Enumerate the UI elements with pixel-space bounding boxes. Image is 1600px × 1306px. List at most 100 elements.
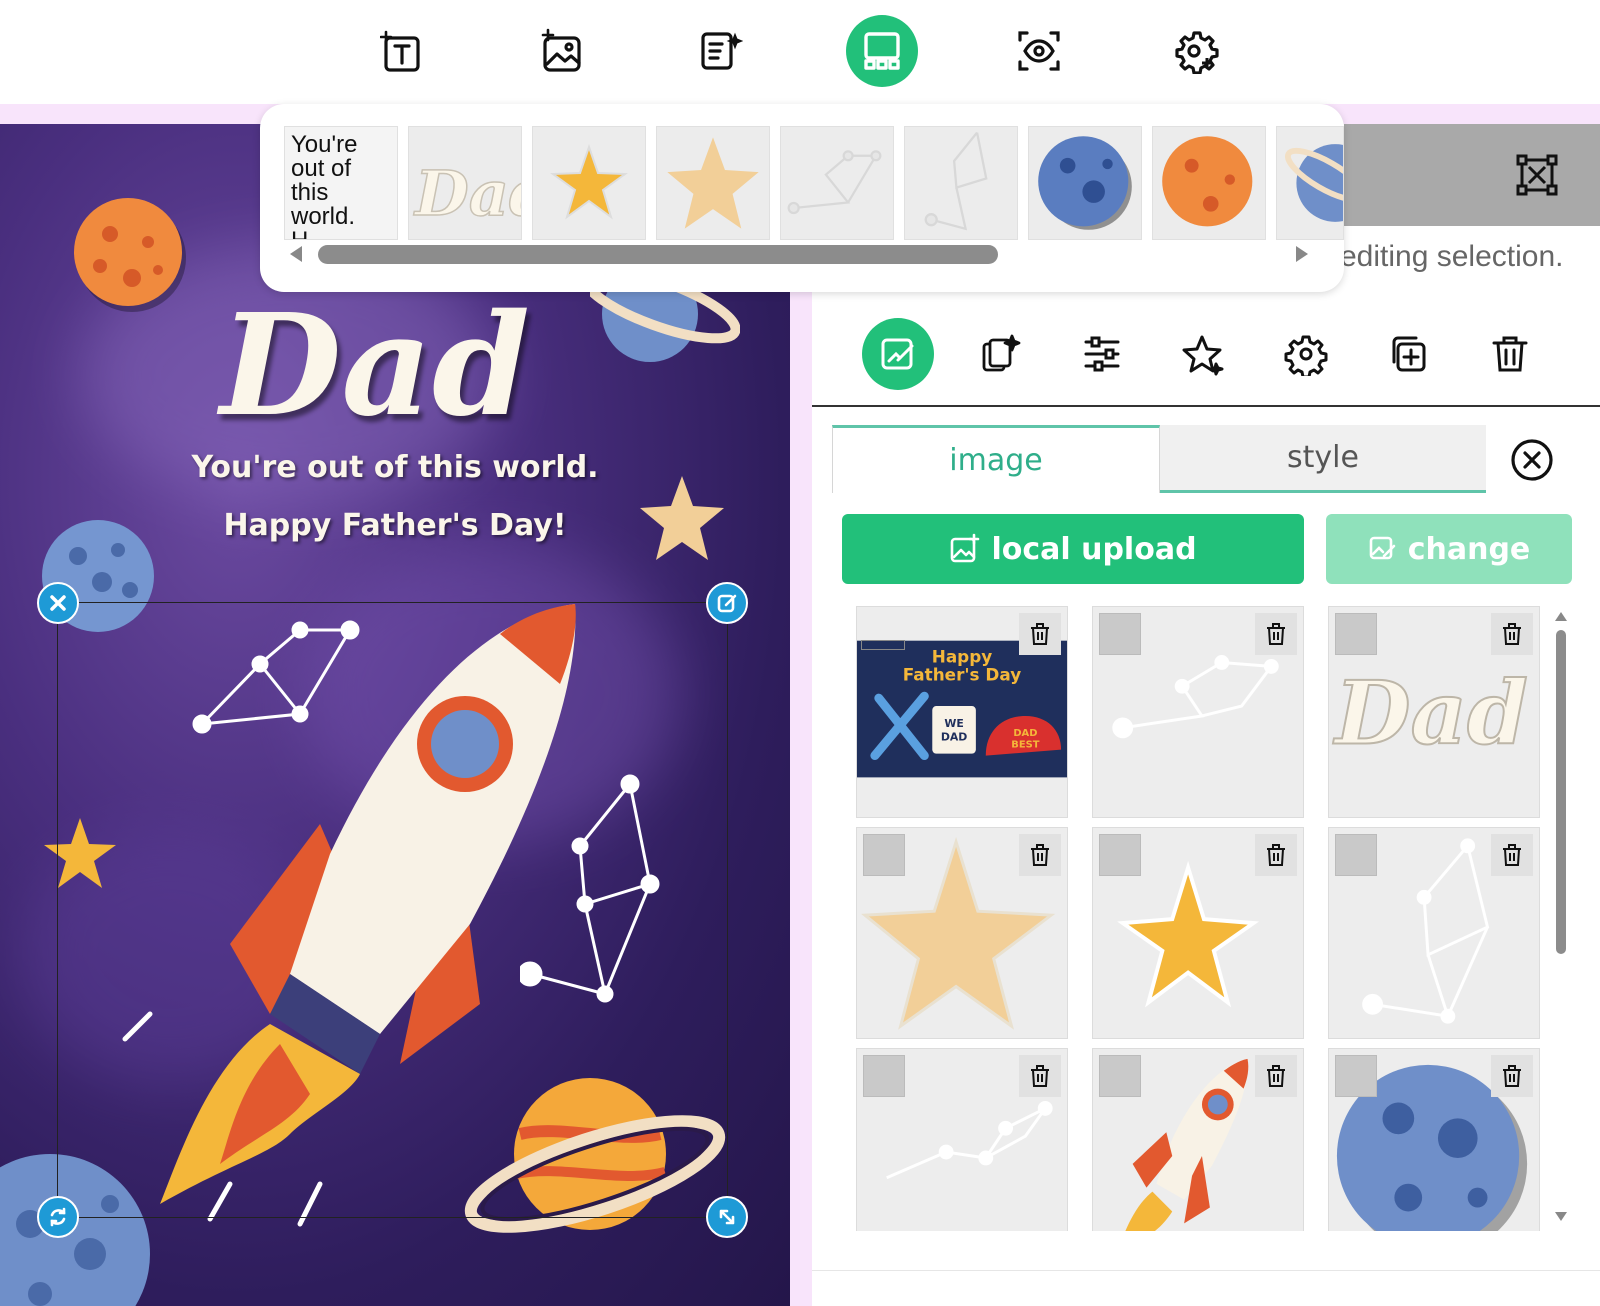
strip-thumb-constellation-2[interactable] bbox=[904, 126, 1018, 240]
ringed-planet bbox=[464, 1078, 726, 1233]
design-canvas[interactable]: Dad You're out of this world. Happy Fath… bbox=[0, 124, 790, 1306]
tool-settings[interactable] bbox=[1270, 318, 1342, 390]
fd-line2: Father's Day bbox=[903, 664, 1021, 684]
grid-item-checkbox[interactable] bbox=[1335, 613, 1377, 655]
grid-scroll-up[interactable] bbox=[1555, 612, 1567, 621]
strip-thumb-orange-planet[interactable] bbox=[1152, 126, 1266, 240]
remove-selection-handle[interactable] bbox=[37, 582, 79, 624]
grid-item-delete[interactable] bbox=[1255, 834, 1297, 876]
edit-selection-handle[interactable] bbox=[706, 582, 748, 624]
grid-item-delete[interactable] bbox=[1019, 1055, 1061, 1097]
strip-scroll-right[interactable] bbox=[1296, 246, 1308, 262]
grid-item-fathers-day[interactable]: Happy Father's Day WE DAD DAD BEST bbox=[856, 606, 1068, 818]
strip-thumb-yellow-star[interactable] bbox=[532, 126, 646, 240]
strip-thumb-ringed-planet[interactable] bbox=[1276, 126, 1344, 240]
add-image-button[interactable] bbox=[526, 15, 598, 87]
fit-selection-icon bbox=[1516, 154, 1558, 196]
grid-scrollbar[interactable] bbox=[1556, 630, 1566, 954]
grid-item-checkbox[interactable] bbox=[1335, 834, 1377, 876]
local-upload-button[interactable]: local upload bbox=[842, 514, 1304, 584]
trash-icon bbox=[1267, 844, 1285, 866]
grid-item-delete[interactable] bbox=[1019, 834, 1061, 876]
grid-item-constellation[interactable] bbox=[1092, 606, 1304, 818]
grid-item-constellation-2[interactable] bbox=[1328, 827, 1540, 1039]
grid-item-checkbox[interactable] bbox=[1335, 1055, 1377, 1097]
blue-planet-image bbox=[1038, 136, 1132, 230]
trash-icon bbox=[1492, 336, 1528, 372]
eye-icon bbox=[1018, 31, 1060, 71]
card-title[interactable]: Dad bbox=[220, 284, 530, 448]
strip-thumb-text-content: You're out of this world. H... bbox=[285, 127, 397, 239]
tool-duplicate[interactable] bbox=[1372, 318, 1444, 390]
image-strip: You're out of this world. H... Dad bbox=[260, 104, 1344, 292]
close-panel-button[interactable] bbox=[1510, 438, 1554, 487]
trash-icon bbox=[1267, 623, 1285, 645]
tool-adjust[interactable] bbox=[1066, 318, 1138, 390]
add-text-button[interactable] bbox=[367, 15, 439, 87]
grid-item-delete[interactable] bbox=[1255, 1055, 1297, 1097]
trash-icon bbox=[1031, 1065, 1049, 1087]
svg-text:DAD: DAD bbox=[941, 731, 967, 744]
strip-thumb-text[interactable]: You're out of this world. H... bbox=[284, 126, 398, 240]
trash-icon bbox=[1503, 844, 1521, 866]
change-image-icon bbox=[1369, 536, 1396, 560]
strip-thumb-dad[interactable]: Dad bbox=[408, 126, 522, 240]
grid-item-yellow-star[interactable] bbox=[1092, 827, 1304, 1039]
dad-lettering-image: Dad bbox=[412, 156, 521, 231]
grid-item-delete[interactable] bbox=[1491, 1055, 1533, 1097]
fit-button[interactable] bbox=[1516, 154, 1558, 201]
tool-ai-copy[interactable] bbox=[964, 318, 1036, 390]
yellow-star-image bbox=[550, 143, 628, 220]
image-grid: Happy Father's Day WE DAD DAD BEST Dad bbox=[850, 603, 1550, 1231]
layout-icon bbox=[864, 32, 900, 70]
app-root: Dad You're out of this world. Happy Fath… bbox=[0, 0, 1600, 1306]
text-plus-icon bbox=[380, 30, 420, 72]
strip-thumb-beige-star[interactable] bbox=[656, 126, 770, 240]
grid-item-checkbox[interactable] bbox=[863, 1055, 905, 1097]
grid-item-delete[interactable] bbox=[1019, 613, 1061, 655]
panel-divider bbox=[812, 405, 1600, 407]
grid-item-checkbox[interactable] bbox=[1099, 1055, 1141, 1097]
tab-image[interactable]: image bbox=[832, 425, 1160, 493]
strip-scroll-left[interactable] bbox=[290, 246, 302, 262]
layout-button[interactable] bbox=[846, 15, 918, 87]
edit-image-icon bbox=[881, 338, 914, 370]
tool-favorite[interactable] bbox=[1168, 318, 1240, 390]
change-button[interactable]: change bbox=[1326, 514, 1572, 584]
ringed-planet-image bbox=[1285, 144, 1343, 222]
grid-item-delete[interactable] bbox=[1491, 613, 1533, 655]
strip-scrollbar[interactable] bbox=[318, 245, 998, 264]
blue-planet-bottom bbox=[0, 1154, 150, 1306]
upload-image-icon bbox=[951, 533, 980, 563]
settings-button[interactable] bbox=[1161, 15, 1233, 87]
grid-item-delete[interactable] bbox=[1255, 613, 1297, 655]
grid-item-checkbox[interactable] bbox=[1099, 613, 1141, 655]
svg-text:Dad: Dad bbox=[1332, 662, 1528, 765]
grid-scroll-down[interactable] bbox=[1555, 1212, 1567, 1221]
gear-plus-icon bbox=[1175, 31, 1219, 74]
strip-thumb-constellation[interactable] bbox=[780, 126, 894, 240]
ai-copy-icon bbox=[982, 334, 1021, 372]
grid-item-checkbox[interactable] bbox=[863, 834, 905, 876]
resize-handle[interactable] bbox=[706, 1196, 748, 1238]
resize-icon bbox=[719, 1209, 735, 1225]
grid-item-constellation-3[interactable] bbox=[856, 1048, 1068, 1231]
grid-item-blue-planet[interactable] bbox=[1328, 1048, 1540, 1231]
grid-item-rocket[interactable] bbox=[1092, 1048, 1304, 1231]
rotate-handle[interactable] bbox=[37, 1196, 79, 1238]
preview-button[interactable] bbox=[1003, 15, 1075, 87]
grid-item-checkbox[interactable] bbox=[861, 640, 905, 650]
tool-edit-image[interactable] bbox=[862, 318, 934, 390]
top-toolbar bbox=[0, 0, 1600, 104]
tab-style[interactable]: style bbox=[1160, 425, 1486, 493]
ai-write-button[interactable] bbox=[684, 15, 756, 87]
edit-icon bbox=[717, 594, 737, 613]
strip-thumb-blue-planet[interactable] bbox=[1028, 126, 1142, 240]
svg-text:BEST: BEST bbox=[1011, 740, 1039, 751]
tool-delete[interactable] bbox=[1474, 318, 1546, 390]
grid-item-dad-lettering[interactable]: Dad bbox=[1328, 606, 1540, 818]
grid-item-delete[interactable] bbox=[1491, 834, 1533, 876]
grid-item-beige-star[interactable] bbox=[856, 827, 1068, 1039]
rotate-icon bbox=[50, 1207, 66, 1227]
grid-item-checkbox[interactable] bbox=[1099, 834, 1141, 876]
